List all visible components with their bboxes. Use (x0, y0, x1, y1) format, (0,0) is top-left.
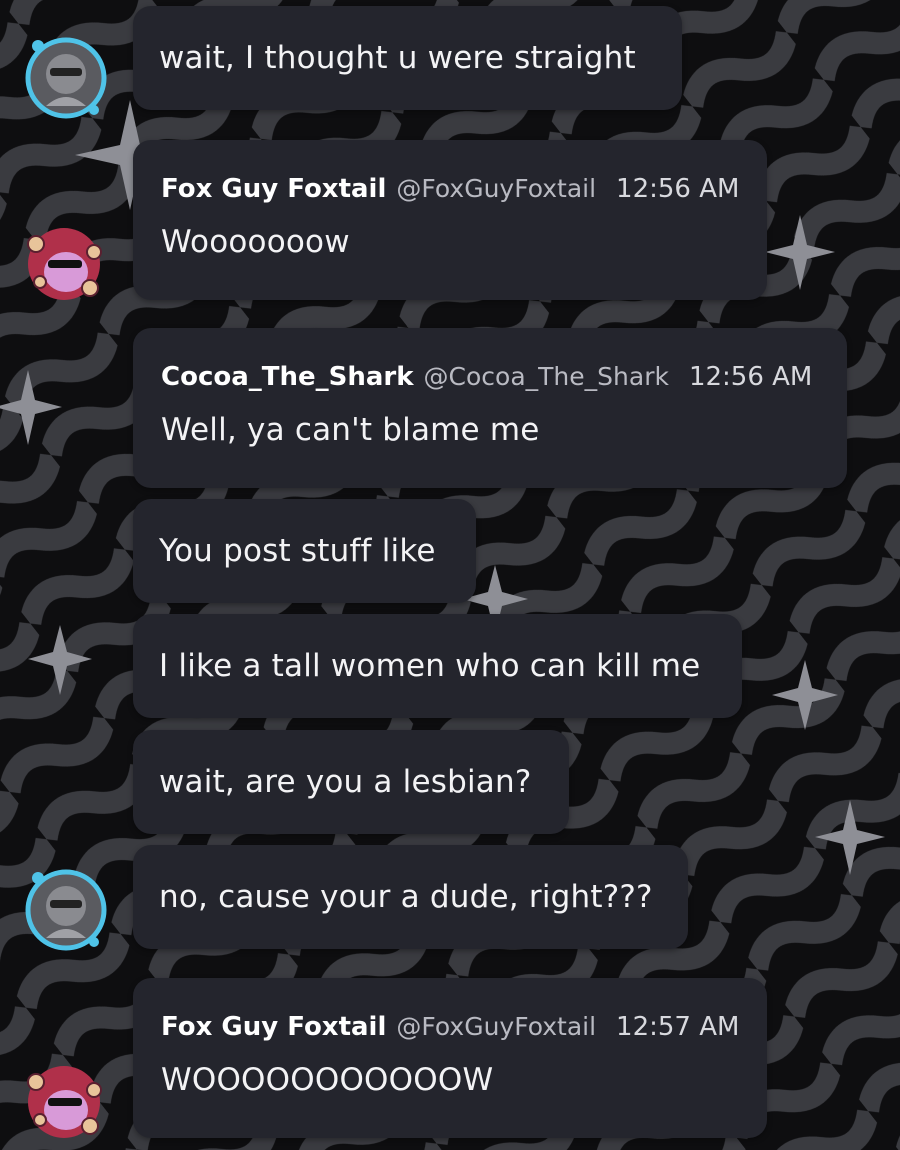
message-bubble[interactable]: Fox Guy Foxtail @FoxGuyFoxtail 12:56 AM … (133, 140, 767, 300)
message-text: WOOOOOOOOOOOW (161, 1062, 494, 1098)
message-bubble[interactable]: wait, I thought u were straight (133, 6, 682, 110)
message-bubble[interactable]: wait, are you a lesbian? (133, 730, 569, 834)
message-bubble[interactable]: no, cause your a dude, right??? (133, 845, 688, 949)
author-handle[interactable]: @FoxGuyFoxtail (396, 1012, 596, 1041)
message-text: wait, are you a lesbian? (159, 764, 532, 800)
author-handle[interactable]: @FoxGuyFoxtail (396, 174, 596, 203)
message-text: You post stuff like (159, 533, 436, 569)
shark-avatar-icon[interactable] (24, 36, 107, 119)
message-text: I like a tall women who can kill me (159, 648, 701, 684)
fox-avatar-icon[interactable] (24, 222, 104, 302)
author-name[interactable]: Cocoa_The_Shark (161, 362, 414, 392)
fox-avatar-icon[interactable] (24, 1060, 104, 1140)
author-name[interactable]: Fox Guy Foxtail (161, 1012, 386, 1042)
message-text: Wooooooow (161, 224, 350, 260)
message-timestamp: 12:57 AM (616, 1012, 740, 1042)
message-text: Well, ya can't blame me (161, 412, 540, 448)
message-bubble[interactable]: Cocoa_The_Shark @Cocoa_The_Shark 12:56 A… (133, 328, 847, 488)
message-bubble[interactable]: Fox Guy Foxtail @FoxGuyFoxtail 12:57 AM … (133, 978, 767, 1138)
author-handle[interactable]: @Cocoa_The_Shark (424, 362, 669, 391)
message-bubble[interactable]: You post stuff like (133, 499, 476, 603)
message-timestamp: 12:56 AM (688, 362, 813, 392)
message-timestamp: 12:56 AM (616, 174, 740, 204)
shark-avatar-icon[interactable] (24, 868, 107, 951)
author-name[interactable]: Fox Guy Foxtail (161, 174, 386, 204)
message-bubble[interactable]: I like a tall women who can kill me (133, 614, 742, 718)
message-text: wait, I thought u were straight (159, 40, 636, 76)
message-text: no, cause your a dude, right??? (159, 879, 653, 915)
